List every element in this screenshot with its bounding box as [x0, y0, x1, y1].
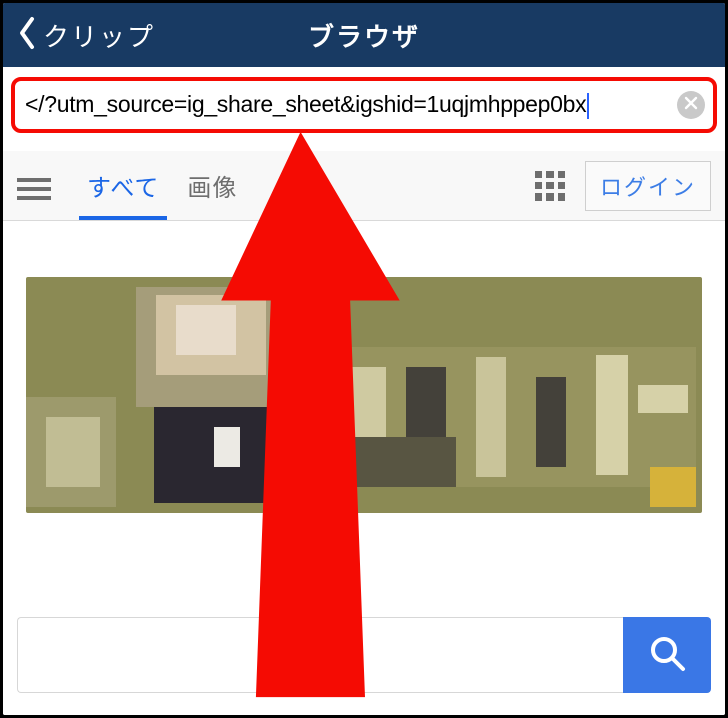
tab-images[interactable]: 画像: [173, 151, 251, 220]
content-area: [3, 221, 725, 715]
back-label: クリップ: [43, 17, 155, 54]
back-button[interactable]: クリップ: [3, 16, 155, 55]
clear-url-button[interactable]: [677, 91, 705, 119]
url-highlight-box: </?utm_source=ig_share_sheet&igshid=1uqj…: [11, 77, 717, 133]
google-doodle-image[interactable]: [26, 277, 702, 513]
apps-grid-icon[interactable]: [535, 171, 565, 201]
url-field[interactable]: </?utm_source=ig_share_sheet&igshid=1uqj…: [17, 83, 711, 127]
search-input[interactable]: [17, 617, 623, 693]
login-button[interactable]: ログイン: [585, 161, 711, 211]
tab-all[interactable]: すべて: [73, 151, 173, 220]
app-bar: クリップ ブラウザ: [3, 3, 725, 67]
search-button[interactable]: [623, 617, 711, 693]
url-zone: </?utm_source=ig_share_sheet&igshid=1uqj…: [3, 67, 725, 141]
text-caret: [587, 93, 589, 119]
url-text: </?utm_source=ig_share_sheet&igshid=1uqj…: [25, 91, 671, 120]
share-corner-icon[interactable]: [650, 467, 696, 507]
tabs: すべて 画像: [73, 151, 251, 220]
search-icon: [647, 633, 687, 678]
chevron-left-icon: [17, 16, 37, 55]
hamburger-menu-icon[interactable]: [17, 173, 51, 199]
close-icon: [684, 96, 698, 115]
search-toolbar: すべて 画像 ログイン: [3, 151, 725, 221]
search-row: [17, 617, 711, 693]
